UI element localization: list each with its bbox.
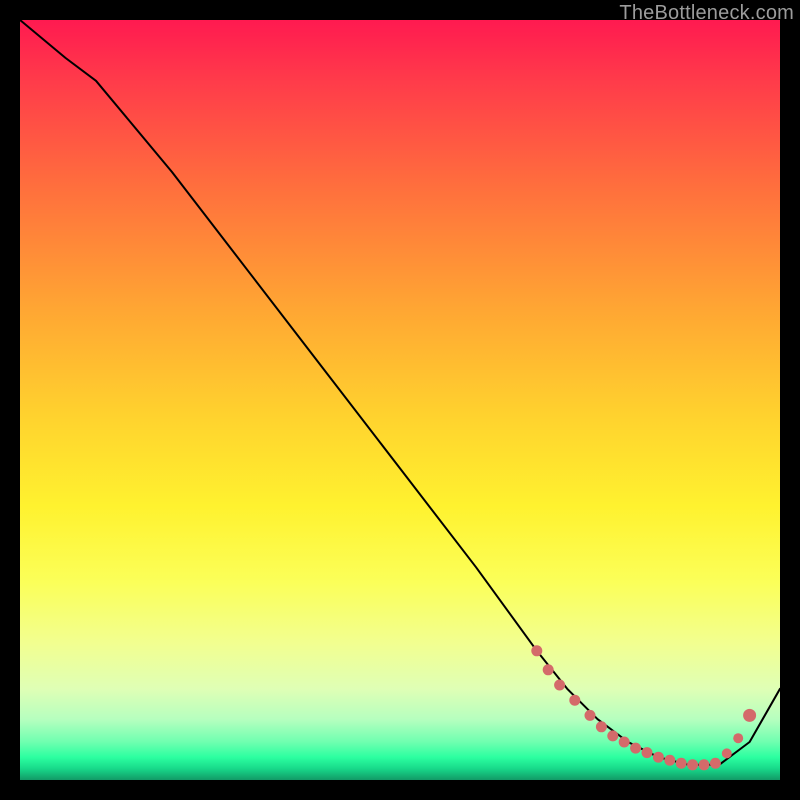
chart-marker	[569, 695, 580, 706]
chart-svg-layer	[20, 20, 780, 780]
watermark-text: TheBottleneck.com	[619, 2, 794, 25]
chart-marker	[642, 747, 653, 758]
chart-marker	[596, 721, 607, 732]
chart-marker	[699, 759, 710, 770]
chart-marker	[687, 759, 698, 770]
chart-marker	[554, 680, 565, 691]
chart-markers-group	[531, 645, 756, 770]
chart-marker	[607, 730, 618, 741]
chart-marker	[619, 737, 630, 748]
chart-stage: TheBottleneck.com	[0, 0, 800, 800]
chart-marker	[710, 758, 721, 769]
chart-plot-area	[20, 20, 780, 780]
chart-marker	[531, 645, 542, 656]
chart-curve-line	[20, 20, 780, 765]
chart-marker	[722, 748, 732, 758]
chart-marker	[743, 709, 756, 722]
chart-marker	[664, 755, 675, 766]
chart-marker	[585, 710, 596, 721]
chart-marker	[733, 733, 743, 743]
chart-marker	[676, 758, 687, 769]
chart-marker	[653, 752, 664, 763]
chart-marker	[630, 743, 641, 754]
chart-marker	[543, 664, 554, 675]
